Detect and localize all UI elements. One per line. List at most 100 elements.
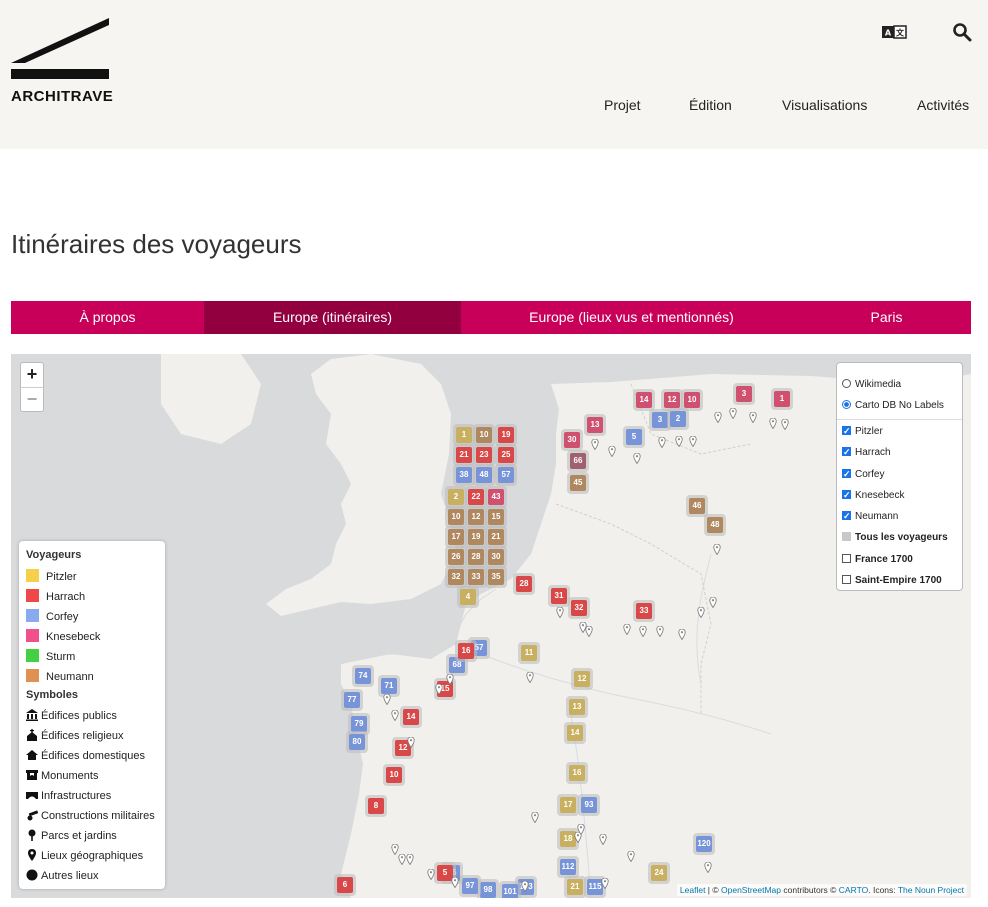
map-pin-icon[interactable] xyxy=(451,877,459,888)
map-cluster-marker[interactable]: 8 xyxy=(365,795,387,817)
overlay-saint-empire-1700[interactable]: Saint-Empire 1700 xyxy=(842,573,942,589)
map-pin-icon[interactable] xyxy=(585,626,593,637)
zoom-in-button[interactable]: + xyxy=(21,363,43,387)
nav-edition[interactable]: Édition xyxy=(689,97,732,113)
overlay-france-1700[interactable]: France 1700 xyxy=(842,552,913,568)
map-cluster-marker[interactable]: 14 xyxy=(633,389,655,411)
map-pin-icon[interactable] xyxy=(383,694,391,705)
map-cluster-marker[interactable]: 5 xyxy=(623,426,645,448)
map-cluster-marker[interactable]: 13 xyxy=(566,696,588,718)
map-pin-icon[interactable] xyxy=(521,881,529,892)
map-cluster-marker[interactable]: 45 xyxy=(567,472,589,494)
map-cluster-marker[interactable]: 28 xyxy=(465,546,487,568)
map-pin-icon[interactable] xyxy=(446,674,454,685)
map-cluster-marker[interactable]: 101 xyxy=(499,881,521,898)
map-pin-icon[interactable] xyxy=(639,626,647,637)
search-icon[interactable] xyxy=(952,22,972,42)
map-pin-icon[interactable] xyxy=(608,446,616,457)
map-cluster-marker[interactable]: 31 xyxy=(548,585,570,607)
overlay-knesebeck[interactable]: Knesebeck xyxy=(842,487,904,504)
map-pin-icon[interactable] xyxy=(675,436,683,447)
map-pin-icon[interactable] xyxy=(658,437,666,448)
map-cluster-marker[interactable]: 32 xyxy=(445,566,467,588)
map-cluster-marker[interactable]: 66 xyxy=(567,450,589,472)
map-pin-icon[interactable] xyxy=(729,408,737,419)
zoom-out-button[interactable]: − xyxy=(21,387,43,411)
map-cluster-marker[interactable]: 11 xyxy=(518,642,540,664)
map-cluster-marker[interactable]: 14 xyxy=(564,722,586,744)
map-cluster-marker[interactable]: 15 xyxy=(485,506,507,528)
map-pin-icon[interactable] xyxy=(749,412,757,423)
map-pin-icon[interactable] xyxy=(556,607,564,618)
map-pin-icon[interactable] xyxy=(704,862,712,873)
checkbox-france-1700[interactable] xyxy=(842,554,851,563)
map-cluster-marker[interactable]: 10 xyxy=(383,764,405,786)
overlay-pitzler[interactable]: Pitzler xyxy=(842,423,883,440)
checkbox-tous[interactable] xyxy=(842,532,851,541)
overlay-tous[interactable]: Tous les voyageurs xyxy=(842,530,948,546)
map-pin-icon[interactable] xyxy=(627,851,635,862)
baselayer-carto[interactable]: Carto DB No Labels xyxy=(842,398,944,414)
map-pin-icon[interactable] xyxy=(599,834,607,845)
checkbox-saint-empire-1700[interactable] xyxy=(842,575,851,584)
checkbox-pitzler[interactable] xyxy=(842,423,851,439)
nav-projet[interactable]: Projet xyxy=(604,97,641,113)
nav-visualisations[interactable]: Visualisations xyxy=(782,97,867,113)
map-cluster-marker[interactable]: 120 xyxy=(693,833,715,855)
map-cluster-marker[interactable]: 38 xyxy=(453,464,475,486)
map-cluster-marker[interactable]: 17 xyxy=(557,794,579,816)
map-pin-icon[interactable] xyxy=(531,812,539,823)
map-cluster-marker[interactable]: 33 xyxy=(465,566,487,588)
checkbox-knesebeck[interactable] xyxy=(842,487,851,503)
map-cluster-marker[interactable]: 35 xyxy=(485,566,507,588)
map-cluster-marker[interactable]: 1 xyxy=(771,388,793,410)
overlay-neumann[interactable]: Neumann xyxy=(842,508,898,525)
map-pin-icon[interactable] xyxy=(601,878,609,889)
map-pin-icon[interactable] xyxy=(713,544,721,555)
leaflet-link[interactable]: Leaflet xyxy=(680,885,706,895)
map-cluster-marker[interactable]: 6 xyxy=(334,874,356,896)
overlay-corfey[interactable]: Corfey xyxy=(842,466,884,483)
map-cluster-marker[interactable]: 12 xyxy=(571,668,593,690)
map-pin-icon[interactable] xyxy=(526,672,534,683)
nav-activites[interactable]: Activités xyxy=(917,97,969,113)
map-pin-icon[interactable] xyxy=(656,626,664,637)
carto-link[interactable]: CARTO xyxy=(839,885,868,895)
map-pin-icon[interactable] xyxy=(591,439,599,450)
map-cluster-marker[interactable]: 21 xyxy=(453,444,475,466)
map-pin-icon[interactable] xyxy=(689,436,697,447)
map-cluster-marker[interactable]: 17 xyxy=(445,526,467,548)
checkbox-harrach[interactable] xyxy=(842,444,851,460)
overlay-harrach[interactable]: Harrach xyxy=(842,444,891,461)
map-pin-icon[interactable] xyxy=(709,597,717,608)
map-pin-icon[interactable] xyxy=(697,607,705,618)
map-cluster-marker[interactable]: 30 xyxy=(485,546,507,568)
map-cluster-marker[interactable]: 43 xyxy=(485,486,507,508)
map-cluster-marker[interactable]: 21 xyxy=(564,876,586,898)
map-cluster-marker[interactable]: 26 xyxy=(445,546,467,568)
map-cluster-marker[interactable]: 25 xyxy=(495,444,517,466)
map-cluster-marker[interactable]: 23 xyxy=(473,444,495,466)
map-cluster-marker[interactable]: 21 xyxy=(485,526,507,548)
checkbox-corfey[interactable] xyxy=(842,466,851,482)
map-cluster-marker[interactable]: 16 xyxy=(455,640,477,662)
map-cluster-marker[interactable]: 16 xyxy=(566,762,588,784)
map-pin-icon[interactable] xyxy=(769,418,777,429)
map-cluster-marker[interactable]: 10 xyxy=(473,424,495,446)
map-pin-icon[interactable] xyxy=(427,869,435,880)
map-cluster-marker[interactable]: 46 xyxy=(686,495,708,517)
map-pin-icon[interactable] xyxy=(407,737,415,748)
map-cluster-marker[interactable]: 32 xyxy=(568,597,590,619)
map-cluster-marker[interactable]: 77 xyxy=(341,689,363,711)
map-cluster-marker[interactable]: 2 xyxy=(667,408,689,430)
map-cluster-marker[interactable]: 48 xyxy=(473,464,495,486)
map-pin-icon[interactable] xyxy=(678,629,686,640)
noun-project-link[interactable]: The Noun Project xyxy=(898,885,964,895)
translate-icon[interactable]: A 文 xyxy=(882,24,908,40)
map-pin-icon[interactable] xyxy=(623,624,631,635)
osm-link[interactable]: OpenStreetMap xyxy=(721,885,781,895)
map-cluster-marker[interactable]: 2 xyxy=(445,486,467,508)
tab-a-propos[interactable]: À propos xyxy=(11,301,204,334)
radio-carto[interactable] xyxy=(842,400,851,409)
map-pin-icon[interactable] xyxy=(391,710,399,721)
